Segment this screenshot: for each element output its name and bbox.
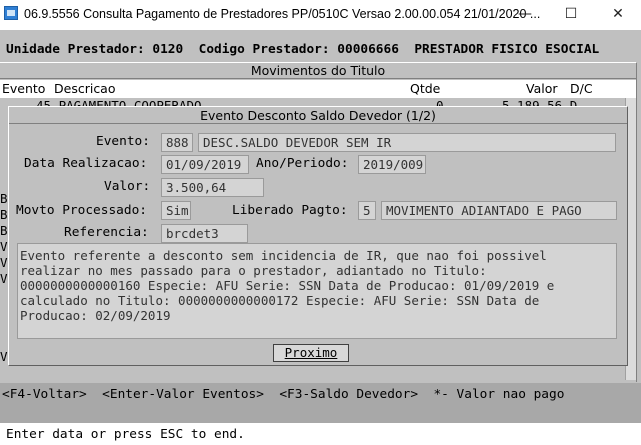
row-evento-descricao: 45 PAGAMENTO COOPERADO	[36, 98, 202, 106]
row-edge-char: V	[0, 255, 8, 270]
close-button[interactable]: ✕	[595, 0, 641, 30]
row-edge-char: V	[0, 271, 8, 286]
dialog-title: Evento Desconto Saldo Devedor (1/2)	[200, 108, 436, 123]
valor-label: Valor:	[104, 179, 151, 194]
row-edge-char: B	[0, 223, 8, 238]
movimentos-title: Movimentos do Titulo	[250, 63, 386, 78]
maximize-button[interactable]: ☐	[548, 0, 594, 30]
function-keys-line: <F4-Voltar> <Enter-Valor Eventos> <F3-Sa…	[2, 387, 565, 402]
column-descricao: Descricao	[54, 81, 116, 96]
row-edge-char: V	[0, 349, 8, 364]
ano-periodo-field[interactable]: 2019/009	[358, 155, 426, 174]
table-row[interactable]: 45 PAGAMENTO COOPERADO 0 5.189,56 D	[0, 98, 636, 106]
liberado-code-field[interactable]: 5	[358, 201, 376, 220]
prestador-header: Unidade Prestador: 0120 Codigo Prestador…	[6, 42, 600, 57]
data-realizacao-field[interactable]: 01/09/2019	[161, 155, 249, 174]
app-window-icon	[4, 6, 18, 20]
minimize-button[interactable]: —	[502, 0, 548, 30]
status-message: Enter data or press ESC to end.	[6, 427, 245, 442]
ano-periodo-label: Ano/Periodo:	[256, 156, 349, 171]
data-realizacao-label: Data Realizacao:	[24, 156, 148, 171]
row-qtde: 0	[436, 98, 444, 106]
row-valor: 5.189,56 D	[502, 98, 578, 106]
row-edge-char: B	[0, 207, 8, 222]
row-edge-char: B	[0, 191, 8, 206]
referencia-field[interactable]: brcdet3	[161, 224, 248, 243]
column-valor: Valor	[526, 81, 558, 96]
column-qtde: Qtde	[410, 81, 441, 96]
description-text: Evento referente a desconto sem incidenc…	[20, 248, 555, 323]
liberado-pagto-label: Liberado Pagto:	[232, 203, 348, 218]
window-title: 06.9.5556 Consulta Pagamento de Prestado…	[24, 7, 541, 21]
referencia-label: Referencia:	[64, 225, 149, 240]
close-icon: ✕	[612, 6, 624, 22]
evento-desc-field[interactable]: DESC.SALDO DEVEDOR SEM IR	[198, 133, 616, 152]
description-box[interactable]: Evento referente a desconto sem incidenc…	[17, 243, 617, 339]
liberado-desc-field[interactable]: MOVIMENTO ADIANTADO E PAGO	[381, 201, 617, 220]
row-edge-char: V	[0, 239, 8, 254]
movto-processado-label: Movto Processado:	[16, 203, 147, 218]
proximo-button-label: Proximo	[284, 345, 338, 360]
valor-field[interactable]: 3.500,64	[161, 178, 264, 197]
maximize-icon: ☐	[564, 6, 578, 22]
movto-processado-field[interactable]: Sim	[161, 201, 191, 220]
column-dc: D/C	[570, 81, 593, 96]
proximo-button[interactable]: Proximo	[273, 344, 349, 362]
column-evento: Evento	[2, 81, 46, 96]
evento-code-field[interactable]: 888	[161, 133, 193, 152]
evento-label: Evento:	[96, 134, 150, 149]
minimize-icon: —	[518, 6, 532, 22]
